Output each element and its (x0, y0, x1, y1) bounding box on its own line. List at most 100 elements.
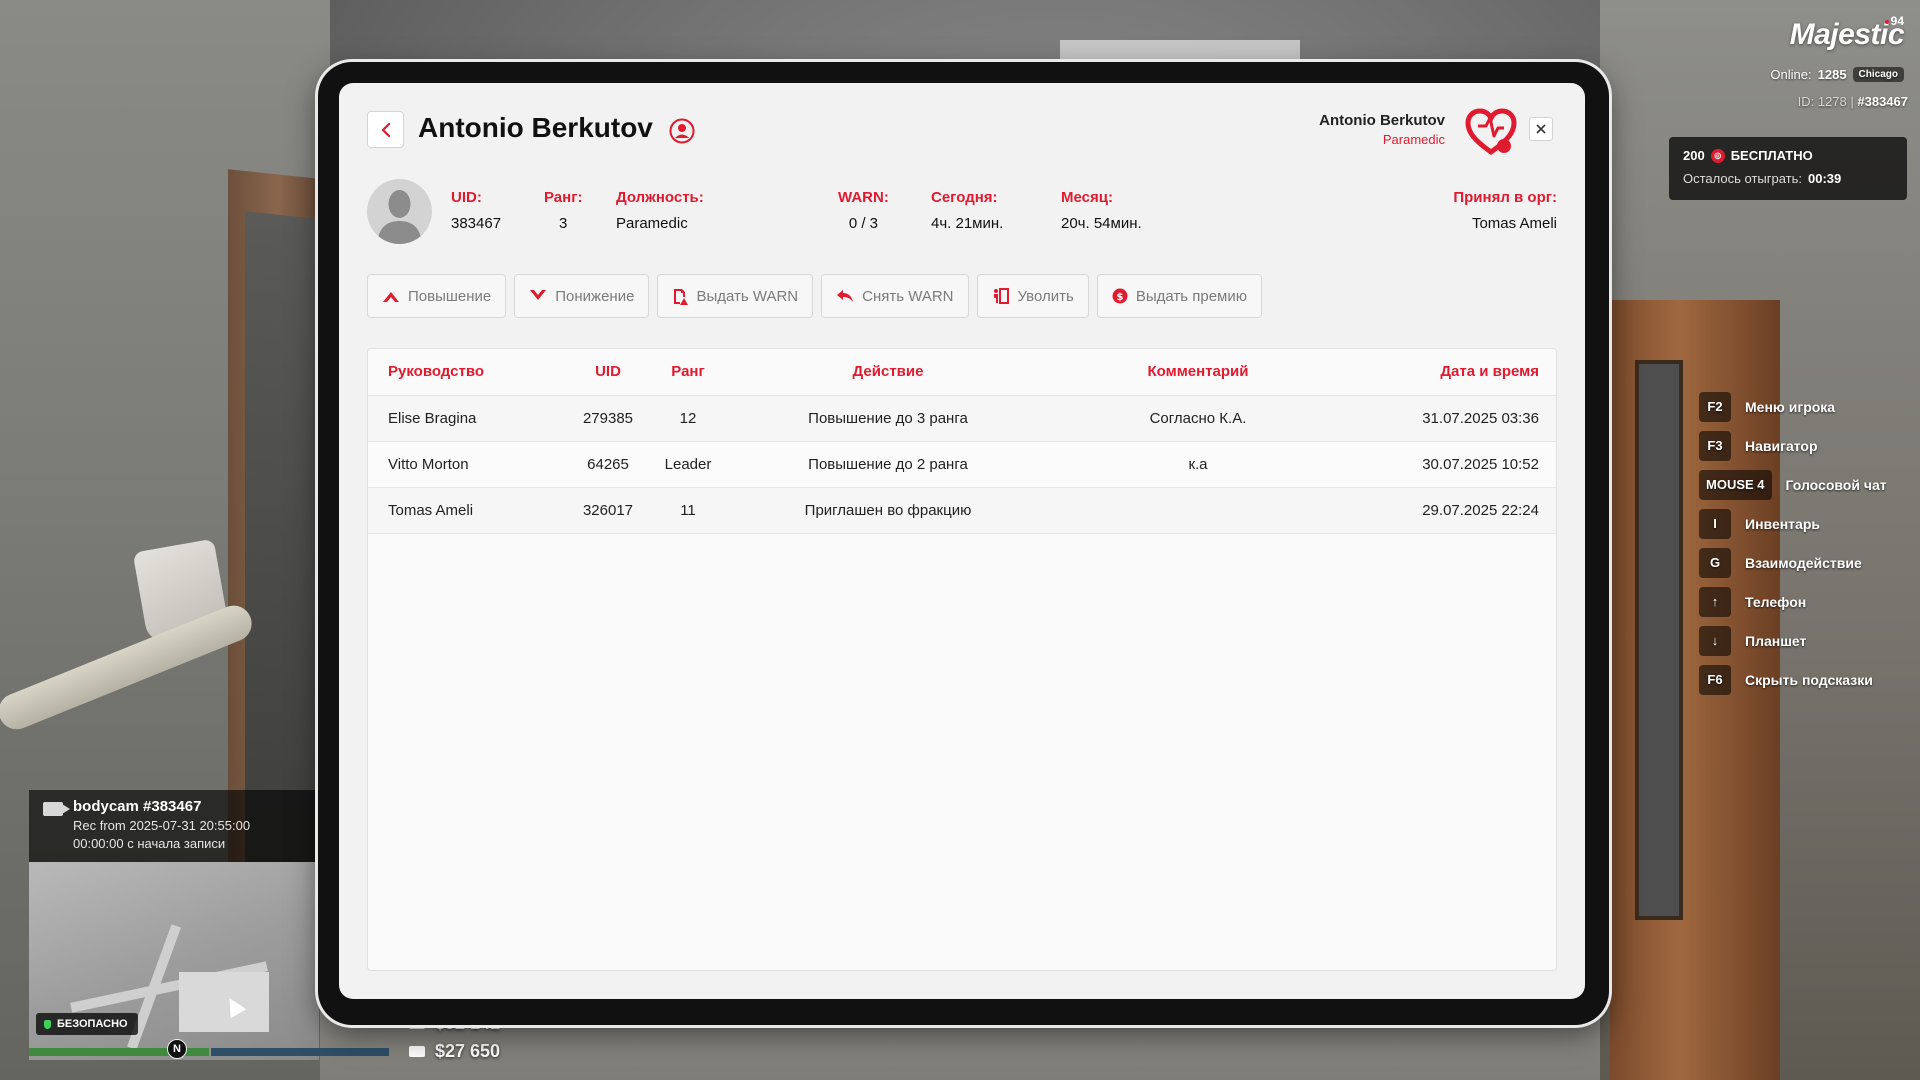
chevron-down-icon (530, 290, 547, 300)
table-row[interactable]: Vitto Morton 64265 Leader Повышение до 2… (368, 441, 1556, 488)
scene-door-right-panel (1635, 360, 1683, 920)
give-warn-button-label: Выдать WARN (696, 287, 799, 305)
close-button[interactable] (1529, 117, 1553, 141)
hint-key: F3 (1699, 430, 1731, 461)
hint-key: G (1699, 547, 1731, 578)
stat-uid-label: UID: (451, 189, 482, 206)
table-header-row: Руководство UID Ранг Действие Комментари… (368, 349, 1556, 396)
bodycam-title: bodycam #383467 (73, 798, 202, 815)
hint-row: F2 Меню игрока (1699, 387, 1887, 426)
svg-text:$: $ (1116, 292, 1123, 303)
cell-leader: Elise Bragina (368, 395, 568, 442)
stat-rank-label: Ранг: (544, 189, 583, 206)
column-header-rank[interactable]: Ранг (648, 349, 728, 396)
bodycam-overlay: bodycam #383467 Rec from 2025-07-31 20:5… (29, 790, 319, 862)
online-indicator: Online: 1285 Chicago (1770, 67, 1904, 82)
card-icon (409, 1046, 425, 1057)
give-bonus-button-label: Выдать премию (1135, 287, 1247, 305)
hint-label: Инвентарь (1745, 515, 1820, 532)
stat-uid-value: 383467 (451, 215, 502, 232)
cell-leader: Tomas Ameli (368, 487, 568, 534)
bodycam-elapsed: 00:00:00 с начала записи (73, 836, 226, 851)
stat-warn-label: WARN: (838, 189, 889, 206)
hint-label: Планшет (1745, 632, 1807, 649)
remove-warn-button-label: Снять WARN (862, 287, 954, 305)
hint-label: Голосовой чат (1785, 476, 1887, 493)
scene-ceiling-light (1060, 40, 1300, 62)
stat-month-value: 20ч. 54мин. (1061, 215, 1142, 232)
history-table-card: Руководство UID Ранг Действие Комментари… (367, 348, 1557, 971)
stat-warn: WARN: 0 / 3 (838, 189, 889, 232)
column-header-leader[interactable]: Руководство (368, 349, 568, 396)
tablet-screen: Antonio Berkutov Antonio Berkutov Parame… (339, 83, 1585, 999)
reward-time-label: Осталось отыграть: (1683, 171, 1802, 186)
reward-amount: 200 (1683, 148, 1705, 163)
column-header-datetime[interactable]: Дата и время (1348, 349, 1556, 396)
demote-button-label: Понижение (555, 287, 635, 305)
bodycam-rec-from: Rec from 2025-07-31 20:55:00 (73, 818, 251, 833)
stat-uid: UID: 383467 (451, 189, 501, 232)
promote-button[interactable]: Повышение (367, 274, 507, 318)
hint-row: ↑ Телефон (1699, 582, 1887, 621)
stat-warn-value: 0 / 3 (848, 215, 878, 232)
cell-action: Повышение до 3 ранга (728, 395, 1048, 442)
compass-north-icon: N (167, 1039, 187, 1059)
cell-action: Повышение до 2 ранга (728, 441, 1048, 488)
hint-key: F2 (1699, 391, 1731, 422)
fire-button[interactable]: Уволить (976, 274, 1089, 318)
safe-zone-badge: БЕЗОПАСНО (36, 1013, 138, 1035)
column-header-comment[interactable]: Комментарий (1048, 349, 1348, 396)
key-hints: F2 Меню игрока F3 Навигатор MOUSE 4 Голо… (1699, 387, 1887, 699)
chevron-up-icon (383, 292, 399, 302)
cell-uid: 279385 (568, 395, 648, 442)
back-button[interactable] (367, 111, 404, 148)
table-row[interactable]: Tomas Ameli 326017 11 Приглашен во фракц… (368, 487, 1556, 534)
chevron-left-icon (381, 122, 390, 137)
shield-icon (44, 1019, 51, 1029)
demote-button[interactable]: Понижение (514, 274, 650, 318)
warning-document-icon (674, 288, 689, 305)
stat-today-value: 4ч. 21мин. (931, 215, 1004, 232)
stat-today: Сегодня: 4ч. 21мин. (931, 189, 1003, 232)
table-row[interactable]: Elise Bragina 279385 12 Повышение до 3 р… (368, 395, 1556, 442)
give-warn-button[interactable]: Выдать WARN (657, 274, 814, 318)
undo-arrow-icon (837, 290, 854, 302)
column-header-action[interactable]: Действие (728, 349, 1048, 396)
bank-display: $27 650 (409, 1041, 500, 1062)
player-id-label: ID: 1278 | (1797, 94, 1854, 109)
employee-name: Antonio Berkutov (418, 112, 653, 143)
hint-label: Телефон (1745, 593, 1807, 610)
player-id-value: #383467 (1857, 94, 1908, 109)
online-label: Online: (1770, 67, 1812, 82)
hint-label: Навигатор (1745, 437, 1818, 454)
cell-leader: Vitto Morton (368, 441, 568, 488)
remove-warn-button[interactable]: Снять WARN (821, 274, 969, 318)
bank-value: $27 650 (435, 1041, 501, 1061)
cell-rank: Leader (648, 441, 728, 488)
current-user-role: Paramedic (1382, 132, 1445, 147)
hint-row: MOUSE 4 Голосовой чат (1699, 465, 1887, 504)
column-header-uid[interactable]: UID (568, 349, 648, 396)
cell-uid: 326017 (568, 487, 648, 534)
hint-row: F6 Скрыть подсказки (1699, 660, 1887, 699)
avatar (367, 179, 432, 244)
action-bar: Повышение Понижение Выдать WARN Снять WA… (367, 274, 1262, 318)
give-bonus-button[interactable]: $ Выдать премию (1096, 274, 1262, 318)
history-table: Руководство UID Ранг Действие Комментари… (368, 349, 1556, 534)
hint-row: G Взаимодействие (1699, 543, 1887, 582)
current-user-name: Antonio Berkutov (1319, 112, 1445, 129)
hint-label: Меню игрока (1745, 398, 1836, 415)
cell-datetime: 30.07.2025 10:52 (1348, 441, 1556, 488)
promote-button-label: Повышение (408, 287, 492, 305)
cell-comment (1048, 487, 1348, 534)
arrow-down-icon: ↓ (1699, 625, 1731, 656)
hint-key: MOUSE 4 (1699, 469, 1772, 500)
reward-label: БЕСПЛАТНО (1730, 148, 1813, 163)
stat-today-label: Сегодня: (931, 189, 998, 206)
online-count: 1285 (1817, 67, 1847, 82)
user-badge-icon[interactable] (669, 118, 695, 144)
dollar-coin-icon: $ (1112, 288, 1128, 304)
hint-label: Взаимодействие (1745, 554, 1862, 571)
hint-label: Скрыть подсказки (1745, 671, 1873, 688)
safe-zone-label: БЕЗОПАСНО (57, 1018, 128, 1030)
